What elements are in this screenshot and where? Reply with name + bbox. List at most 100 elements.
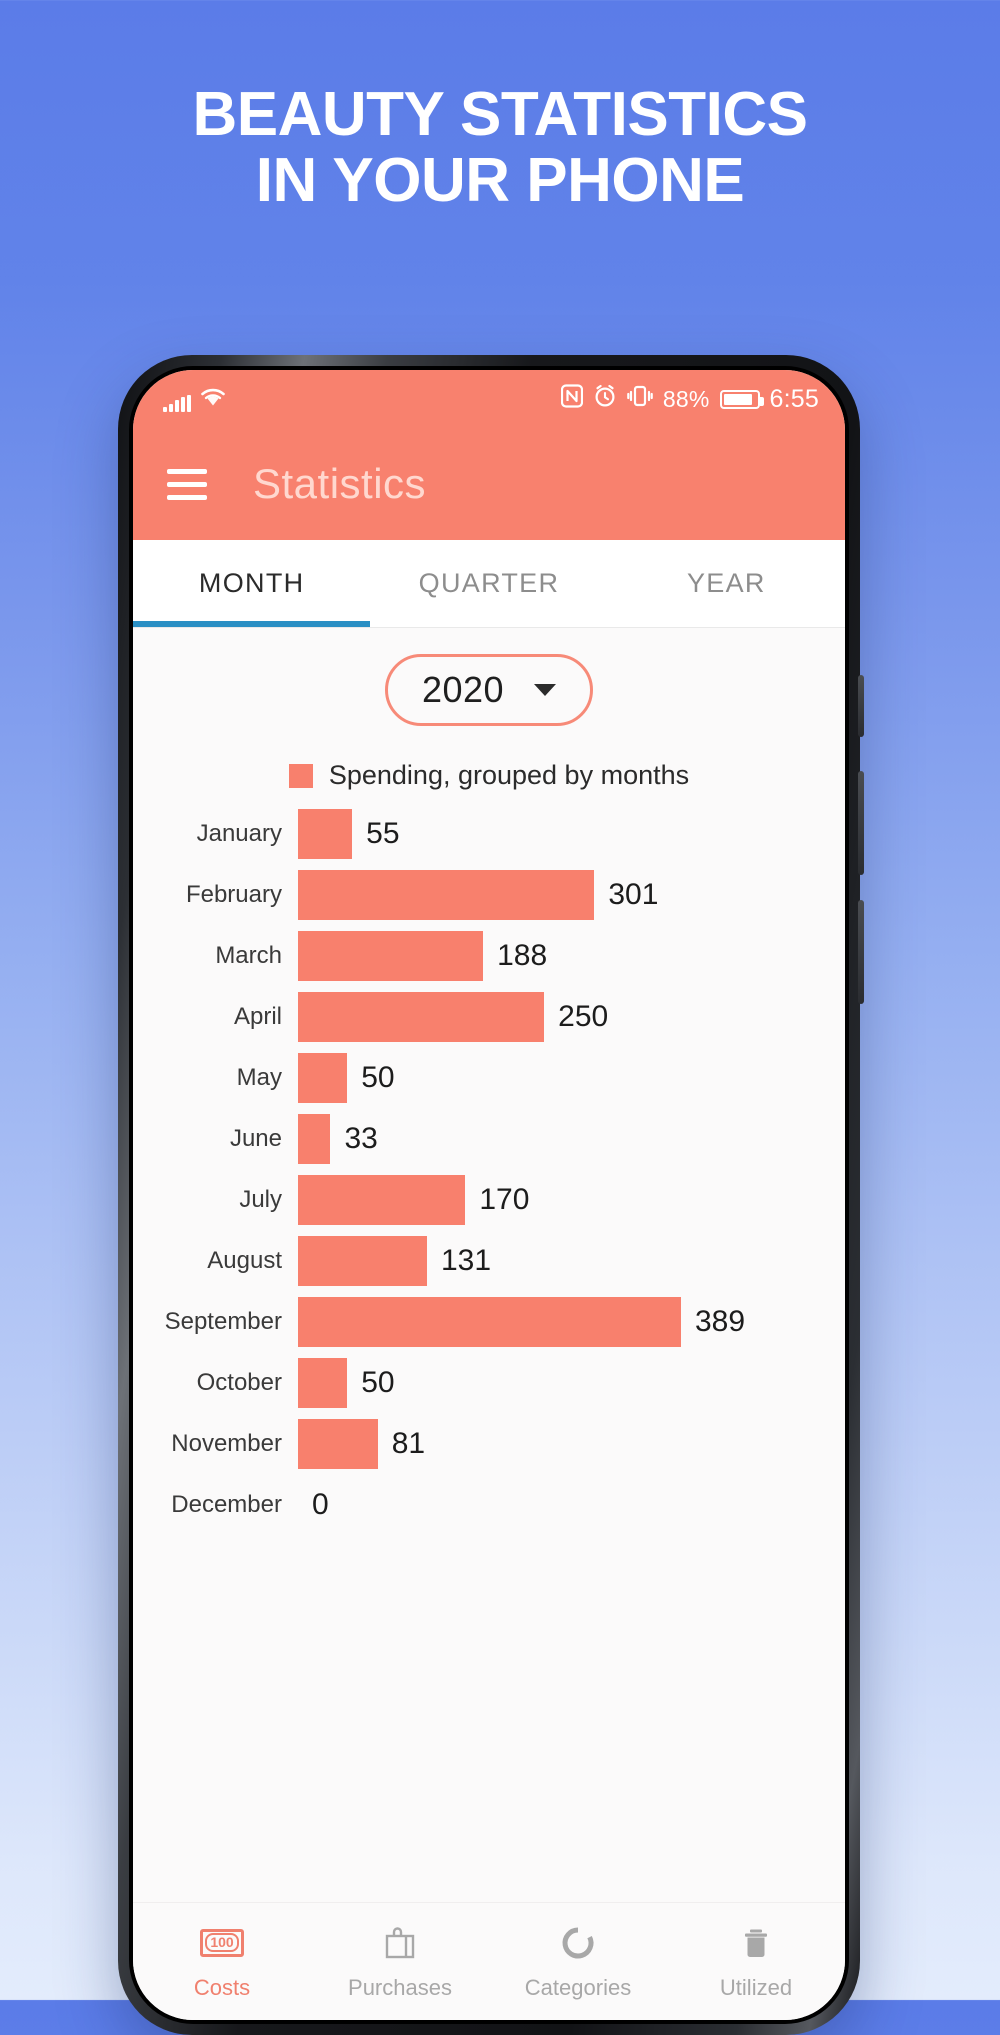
nav-item-purchases[interactable]: Purchases (311, 1923, 489, 2001)
trash-bin-icon (734, 1923, 778, 1963)
wifi-icon (200, 387, 226, 412)
chart-bar-value: 50 (361, 1060, 395, 1094)
chart-row-label: May (236, 1063, 282, 1091)
phone-screen: 88% 6:55 Statistics MONTH QUARTER YEAR 2… (133, 370, 845, 2020)
chart-bar-area: 50 (298, 1052, 845, 1103)
chart-bar (298, 1113, 331, 1164)
chart-bar-value: 301 (608, 877, 659, 911)
nav-label-purchases: Purchases (348, 1974, 452, 2000)
chart-row: November 81 (133, 1413, 845, 1474)
chart-bar-value: 55 (366, 816, 400, 850)
chart-bar-value: 188 (497, 938, 548, 972)
nav-label-utilized: Utilized (719, 1974, 793, 2000)
chart-row-label: April (233, 1002, 282, 1030)
chart-row-label: February (185, 880, 282, 908)
chevron-down-icon (534, 684, 557, 696)
chart-bar-area: 389 (298, 1296, 845, 1347)
bottom-navigation: 100 Costs Purchases Categories Utilized (133, 1902, 845, 2020)
money-icon-value: 100 (205, 1932, 239, 1953)
chart-row-label: September (164, 1307, 282, 1335)
phone-volume-down-button (858, 900, 864, 1004)
phone-volume-up-button (858, 771, 864, 875)
status-bar-left (163, 387, 226, 412)
chart-row: August 131 (133, 1230, 845, 1291)
chart-bar (298, 869, 595, 920)
chart-bar-value: 250 (558, 999, 609, 1033)
chart-bar-area: 301 (298, 869, 845, 920)
year-selector-value: 2020 (421, 669, 505, 710)
spending-bar-chart: January 55 February 301 March 188 April 250 May 5… (133, 803, 845, 1535)
chart-bar-area: 170 (298, 1174, 845, 1225)
signal-bars-icon (163, 394, 191, 412)
chart-bar-area: 33 (298, 1113, 845, 1164)
phone-power-button (858, 675, 864, 737)
chart-bar-value: 81 (391, 1426, 426, 1460)
chart-bar-area: 81 (298, 1418, 845, 1469)
chart-bar (298, 930, 484, 981)
nav-item-categories[interactable]: Categories (489, 1923, 667, 2001)
chart-row: June 33 (133, 1108, 845, 1169)
chart-row-label: March (215, 941, 282, 969)
tab-bar: MONTH QUARTER YEAR (133, 540, 845, 628)
nav-item-utilized[interactable]: Utilized (667, 1923, 845, 2001)
chart-bar-area: 0 (298, 1480, 845, 1530)
chart-bar-area: 188 (298, 930, 845, 981)
status-bar-clock: 6:55 (769, 384, 819, 413)
chart-bar-value: 131 (440, 1243, 492, 1277)
headline-line-1: BEAUTY STATISTICS (192, 80, 808, 149)
chart-bar (298, 1296, 681, 1347)
app-bar: Statistics (133, 428, 845, 540)
hamburger-menu-icon[interactable] (167, 468, 207, 500)
nfc-icon (560, 384, 583, 414)
page-title: Statistics (253, 460, 427, 507)
chart-bar-area: 50 (298, 1357, 845, 1408)
chart-bar-value: 50 (361, 1365, 395, 1399)
chart-row: March 188 (133, 925, 845, 986)
chart-bar (298, 808, 353, 859)
tab-year[interactable]: YEAR (608, 540, 845, 627)
chart-bar-value: 33 (344, 1121, 378, 1155)
chart-row-label: December (171, 1490, 282, 1518)
chart-bar (298, 1418, 378, 1469)
chart-legend: Spending, grouped by months (133, 760, 845, 791)
chart-row-label: November (171, 1429, 282, 1457)
chart-bar-area: 250 (298, 991, 845, 1042)
legend-swatch (288, 763, 313, 788)
chart-row-label: August (207, 1246, 282, 1274)
tab-month[interactable]: MONTH (133, 540, 370, 627)
chart-row: May 50 (133, 1047, 845, 1108)
chart-row: April 250 (133, 986, 845, 1047)
tab-active-indicator (133, 621, 371, 627)
status-bar-right: 88% 6:55 (560, 384, 819, 414)
main-content: 2020 Spending, grouped by months January… (133, 628, 845, 1902)
vibrate-icon (627, 384, 653, 414)
chart-bar-value: 389 (695, 1304, 746, 1338)
status-bar: 88% 6:55 (133, 370, 845, 428)
tab-quarter[interactable]: QUARTER (370, 540, 607, 627)
shopping-bag-icon (378, 1923, 422, 1963)
chart-bar-area: 131 (298, 1235, 845, 1286)
year-selector-row: 2020 (133, 654, 845, 726)
alarm-icon (593, 384, 617, 414)
chart-row: January 55 (133, 803, 845, 864)
phone-bezel: 88% 6:55 Statistics MONTH QUARTER YEAR 2… (129, 366, 849, 2024)
battery-icon (719, 389, 764, 409)
battery-percent-label: 88% (662, 385, 710, 412)
money-banknote-icon: 100 (200, 1923, 244, 1963)
chart-row: September 389 (133, 1291, 845, 1352)
phone-mockup: 88% 6:55 Statistics MONTH QUARTER YEAR 2… (118, 355, 864, 2035)
year-selector[interactable]: 2020 (384, 654, 594, 726)
chart-row-label: July (239, 1185, 282, 1213)
chart-row: December 0 (133, 1474, 845, 1535)
chart-bar-value: 0 (312, 1487, 329, 1521)
chart-bar (298, 1052, 348, 1103)
chart-bar (298, 1357, 348, 1408)
chart-bar-area: 55 (298, 808, 845, 859)
nav-item-costs[interactable]: 100 Costs (133, 1923, 311, 2001)
donut-chart-icon (556, 1923, 600, 1963)
chart-bar (298, 991, 545, 1042)
chart-bar (298, 1235, 427, 1286)
chart-row: July 170 (133, 1169, 845, 1230)
headline-line-2: IN YOUR PHONE (255, 145, 745, 215)
chart-row-label: June (229, 1124, 282, 1152)
